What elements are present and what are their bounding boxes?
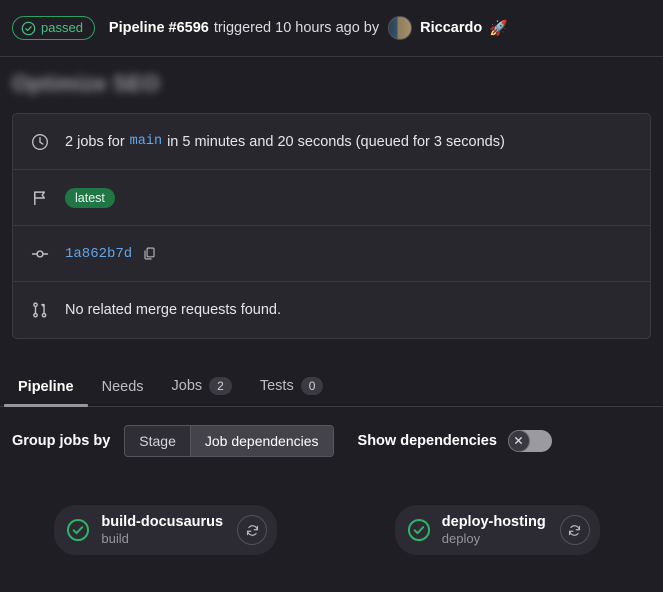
segment-job-dependencies-label: Job dependencies	[204, 433, 319, 449]
copy-icon[interactable]	[142, 246, 157, 261]
group-jobs-by-label: Group jobs by	[12, 433, 111, 449]
merge-requests-text: No related merge requests found.	[65, 302, 282, 318]
commit-icon	[31, 245, 49, 263]
jobs-count-text: 2 jobs for	[65, 133, 125, 150]
job-card-build-docusaurus[interactable]: build-docusaurus build	[54, 505, 278, 555]
job-stage: build	[101, 531, 129, 546]
pipeline-header: passed Pipeline #6596 triggered 10 hours…	[0, 0, 663, 57]
status-badge: passed	[12, 16, 95, 40]
job-name: build-docusaurus	[101, 514, 224, 530]
close-icon	[513, 433, 524, 449]
job-card-deploy-hosting[interactable]: deploy-hosting deploy	[394, 505, 600, 555]
user-name[interactable]: Riccardo	[420, 20, 482, 36]
show-dependencies-label: Show dependencies	[357, 433, 497, 449]
info-row-commit: 1a862b7d	[13, 226, 650, 282]
pipeline-id-label[interactable]: Pipeline #6596	[109, 20, 209, 36]
tab-pipeline[interactable]: Pipeline	[4, 379, 88, 407]
tab-jobs-label: Jobs	[171, 378, 203, 394]
tab-tests-label: Tests	[259, 378, 294, 394]
tag-badge[interactable]: latest	[65, 187, 115, 208]
pipeline-info-card: 2 jobs for main in 5 minutes and 20 seco…	[12, 113, 651, 339]
page-title: Optimize SEO	[12, 71, 160, 96]
job-info-deploy-hosting: deploy-hosting deploy	[442, 513, 546, 547]
check-circle-icon	[21, 21, 36, 36]
pipeline-header-text: Pipeline #6596 triggered 10 hours ago by…	[109, 16, 508, 40]
ref-link[interactable]: main	[130, 134, 162, 149]
pipeline-graph: build-docusaurus build deploy-hosting de…	[0, 457, 663, 555]
graph-controls: Group jobs by Stage Job dependencies Sho…	[0, 407, 663, 457]
info-row-tag: latest	[13, 170, 650, 226]
segment-job-dependencies[interactable]: Job dependencies	[190, 426, 333, 456]
segment-stage[interactable]: Stage	[125, 426, 191, 456]
page-title-wrap: Optimize SEO	[0, 57, 663, 107]
stage-column-build: build-docusaurus build	[0, 505, 332, 555]
job-status-passed-icon	[407, 518, 431, 542]
tab-needs[interactable]: Needs	[88, 379, 158, 406]
tab-pipeline-label: Pipeline	[18, 379, 74, 395]
job-name: deploy-hosting	[441, 514, 546, 530]
show-dependencies-toggle[interactable]	[507, 430, 552, 452]
stage-column-deploy: deploy-hosting deploy	[332, 505, 663, 555]
retry-icon[interactable]	[559, 515, 590, 545]
merge-request-icon	[31, 301, 49, 319]
commit-sha-link[interactable]: 1a862b7d	[65, 246, 132, 262]
flag-icon	[31, 189, 49, 207]
tab-needs-label: Needs	[101, 379, 144, 395]
job-info-build-docusaurus: build-docusaurus build	[101, 513, 223, 547]
duration-text: in 5 minutes and 20 seconds (queued for …	[167, 133, 505, 150]
retry-icon[interactable]	[237, 515, 268, 545]
pipeline-tabs: Pipeline Needs Jobs 2 Tests 0	[0, 365, 663, 407]
group-jobs-segmented-control: Stage Job dependencies	[124, 425, 334, 457]
info-row-merge-requests: No related merge requests found.	[13, 282, 650, 338]
status-badge-label: passed	[41, 20, 83, 35]
tab-jobs[interactable]: Jobs 2	[158, 377, 246, 406]
job-status-passed-icon	[66, 518, 90, 542]
toggle-knob	[507, 430, 530, 452]
tab-tests[interactable]: Tests 0	[246, 377, 338, 406]
job-stage: deploy	[441, 531, 481, 546]
info-row-jobs: 2 jobs for main in 5 minutes and 20 seco…	[13, 114, 650, 170]
tab-jobs-count: 2	[209, 377, 232, 395]
clock-icon	[31, 133, 49, 151]
avatar[interactable]	[388, 16, 413, 40]
segment-stage-label: Stage	[139, 433, 176, 449]
tab-tests-count: 0	[300, 377, 324, 395]
triggered-text: triggered 10 hours ago by	[213, 20, 380, 36]
rocket-emoji: 🚀	[489, 20, 508, 37]
